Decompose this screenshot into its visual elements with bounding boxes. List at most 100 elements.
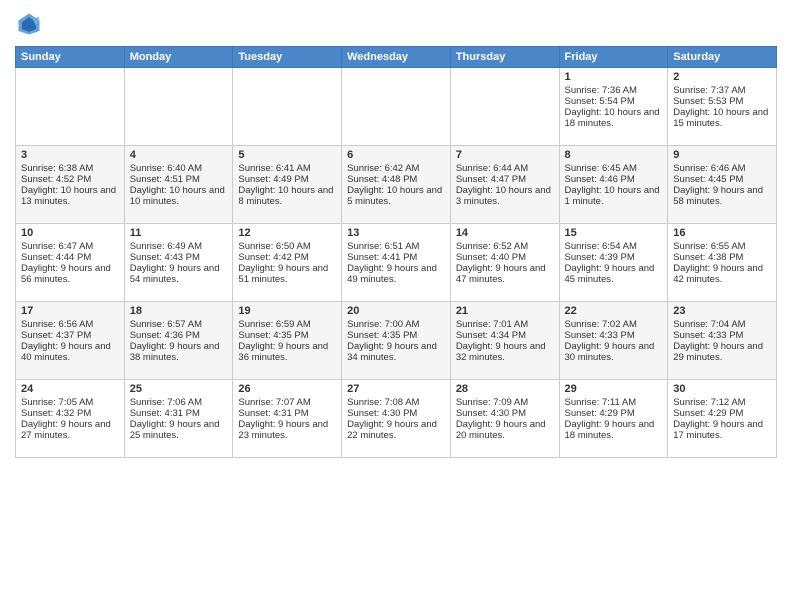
- day-info: Sunset: 4:34 PM: [456, 330, 554, 341]
- calendar-cell: 22Sunrise: 7:02 AMSunset: 4:33 PMDayligh…: [559, 302, 668, 380]
- day-info: Sunrise: 7:37 AM: [673, 85, 771, 96]
- day-number: 5: [238, 149, 336, 161]
- calendar-cell: 26Sunrise: 7:07 AMSunset: 4:31 PMDayligh…: [233, 380, 342, 458]
- day-info: Daylight: 9 hours and 22 minutes.: [347, 419, 445, 441]
- day-info: Daylight: 9 hours and 49 minutes.: [347, 263, 445, 285]
- day-info: Daylight: 9 hours and 29 minutes.: [673, 341, 771, 363]
- day-info: Daylight: 9 hours and 54 minutes.: [130, 263, 228, 285]
- calendar-cell: 14Sunrise: 6:52 AMSunset: 4:40 PMDayligh…: [450, 224, 559, 302]
- day-info: Sunset: 4:52 PM: [21, 174, 119, 185]
- day-info: Sunrise: 6:46 AM: [673, 163, 771, 174]
- day-info: Sunset: 4:35 PM: [347, 330, 445, 341]
- day-info: Sunset: 4:31 PM: [238, 408, 336, 419]
- day-info: Sunset: 4:44 PM: [21, 252, 119, 263]
- day-header-friday: Friday: [559, 47, 668, 68]
- day-info: Daylight: 10 hours and 8 minutes.: [238, 185, 336, 207]
- calendar-cell: 11Sunrise: 6:49 AMSunset: 4:43 PMDayligh…: [124, 224, 233, 302]
- day-info: Sunset: 4:29 PM: [673, 408, 771, 419]
- day-info: Daylight: 10 hours and 13 minutes.: [21, 185, 119, 207]
- calendar-cell: 3Sunrise: 6:38 AMSunset: 4:52 PMDaylight…: [16, 146, 125, 224]
- header: [15, 10, 777, 38]
- day-number: 16: [673, 227, 771, 239]
- day-header-saturday: Saturday: [668, 47, 777, 68]
- day-number: 10: [21, 227, 119, 239]
- day-info: Sunset: 4:41 PM: [347, 252, 445, 263]
- day-info: Sunrise: 6:54 AM: [565, 241, 663, 252]
- day-info: Sunset: 4:33 PM: [565, 330, 663, 341]
- calendar-cell: 24Sunrise: 7:05 AMSunset: 4:32 PMDayligh…: [16, 380, 125, 458]
- day-info: Sunrise: 7:04 AM: [673, 319, 771, 330]
- day-number: 28: [456, 383, 554, 395]
- day-info: Daylight: 10 hours and 15 minutes.: [673, 107, 771, 129]
- day-number: 1: [565, 71, 663, 83]
- calendar-cell: 1Sunrise: 7:36 AMSunset: 5:54 PMDaylight…: [559, 68, 668, 146]
- day-number: 18: [130, 305, 228, 317]
- day-number: 20: [347, 305, 445, 317]
- week-row-5: 24Sunrise: 7:05 AMSunset: 4:32 PMDayligh…: [16, 380, 777, 458]
- day-info: Sunrise: 6:40 AM: [130, 163, 228, 174]
- day-number: 11: [130, 227, 228, 239]
- day-info: Sunrise: 6:50 AM: [238, 241, 336, 252]
- day-info: Sunrise: 7:09 AM: [456, 397, 554, 408]
- day-info: Daylight: 10 hours and 1 minute.: [565, 185, 663, 207]
- calendar-body: 1Sunrise: 7:36 AMSunset: 5:54 PMDaylight…: [16, 68, 777, 458]
- day-number: 21: [456, 305, 554, 317]
- day-info: Sunrise: 6:57 AM: [130, 319, 228, 330]
- day-info: Daylight: 9 hours and 45 minutes.: [565, 263, 663, 285]
- day-info: Sunset: 4:29 PM: [565, 408, 663, 419]
- day-info: Daylight: 10 hours and 18 minutes.: [565, 107, 663, 129]
- day-number: 29: [565, 383, 663, 395]
- day-info: Sunrise: 7:06 AM: [130, 397, 228, 408]
- week-row-3: 10 Sunrise: 6:47 AMSunset: 4:44 PM Dayligh…: [16, 224, 777, 302]
- days-header-row: SundayMondayTuesdayWednesdayThursdayFrid…: [16, 47, 777, 68]
- day-info: Daylight: 9 hours and 25 minutes.: [130, 419, 228, 441]
- day-info: Daylight: 9 hours and 34 minutes.: [347, 341, 445, 363]
- calendar-cell: [450, 68, 559, 146]
- day-info: Sunrise: 6:42 AM: [347, 163, 445, 174]
- calendar-cell: 9Sunrise: 6:46 AMSunset: 4:45 PMDaylight…: [668, 146, 777, 224]
- day-info: Daylight: 9 hours and 38 minutes.: [130, 341, 228, 363]
- calendar-cell: 18Sunrise: 6:57 AMSunset: 4:36 PMDayligh…: [124, 302, 233, 380]
- day-info: Daylight: 9 hours and 17 minutes.: [673, 419, 771, 441]
- day-info: Sunset: 5:53 PM: [673, 96, 771, 107]
- day-number: 22: [565, 305, 663, 317]
- logo-icon: [15, 10, 43, 38]
- day-info: Sunset: 4:38 PM: [673, 252, 771, 263]
- day-info: Sunrise: 7:01 AM: [456, 319, 554, 330]
- day-number: 4: [130, 149, 228, 161]
- day-info: Daylight: 9 hours and 40 minutes.: [21, 341, 119, 363]
- day-info: Sunset: 4:31 PM: [130, 408, 228, 419]
- day-number: 15: [565, 227, 663, 239]
- day-info: Daylight: 10 hours and 5 minutes.: [347, 185, 445, 207]
- day-info: Sunrise: 6:59 AM: [238, 319, 336, 330]
- day-number: 7: [456, 149, 554, 161]
- calendar-cell: 19Sunrise: 6:59 AMSunset: 4:35 PMDayligh…: [233, 302, 342, 380]
- day-header-monday: Monday: [124, 47, 233, 68]
- day-number: 19: [238, 305, 336, 317]
- calendar-cell: 7Sunrise: 6:44 AMSunset: 4:47 PMDaylight…: [450, 146, 559, 224]
- day-info: Sunrise: 7:08 AM: [347, 397, 445, 408]
- day-info: Sunrise: 6:41 AM: [238, 163, 336, 174]
- calendar-cell: 13Sunrise: 6:51 AMSunset: 4:41 PMDayligh…: [342, 224, 451, 302]
- day-info: Sunset: 4:40 PM: [456, 252, 554, 263]
- day-info: Sunrise: 7:00 AM: [347, 319, 445, 330]
- calendar-cell: 8Sunrise: 6:45 AMSunset: 4:46 PMDaylight…: [559, 146, 668, 224]
- day-number: 3: [21, 149, 119, 161]
- day-info: Sunrise: 6:45 AM: [565, 163, 663, 174]
- calendar-cell: 29Sunrise: 7:11 AMSunset: 4:29 PMDayligh…: [559, 380, 668, 458]
- day-info: Sunrise: 6:47 AM: [21, 241, 119, 252]
- day-number: 23: [673, 305, 771, 317]
- calendar-cell: 23Sunrise: 7:04 AMSunset: 4:33 PMDayligh…: [668, 302, 777, 380]
- day-info: Daylight: 9 hours and 58 minutes.: [673, 185, 771, 207]
- day-info: Sunset: 4:45 PM: [673, 174, 771, 185]
- day-info: Sunrise: 7:02 AM: [565, 319, 663, 330]
- page: SundayMondayTuesdayWednesdayThursdayFrid…: [0, 0, 792, 612]
- day-number: 8: [565, 149, 663, 161]
- day-number: 6: [347, 149, 445, 161]
- calendar-cell: [233, 68, 342, 146]
- day-info: Sunset: 4:43 PM: [130, 252, 228, 263]
- calendar-cell: [124, 68, 233, 146]
- day-info: Sunrise: 7:12 AM: [673, 397, 771, 408]
- logo: [15, 10, 47, 38]
- calendar-cell: 15Sunrise: 6:54 AMSunset: 4:39 PMDayligh…: [559, 224, 668, 302]
